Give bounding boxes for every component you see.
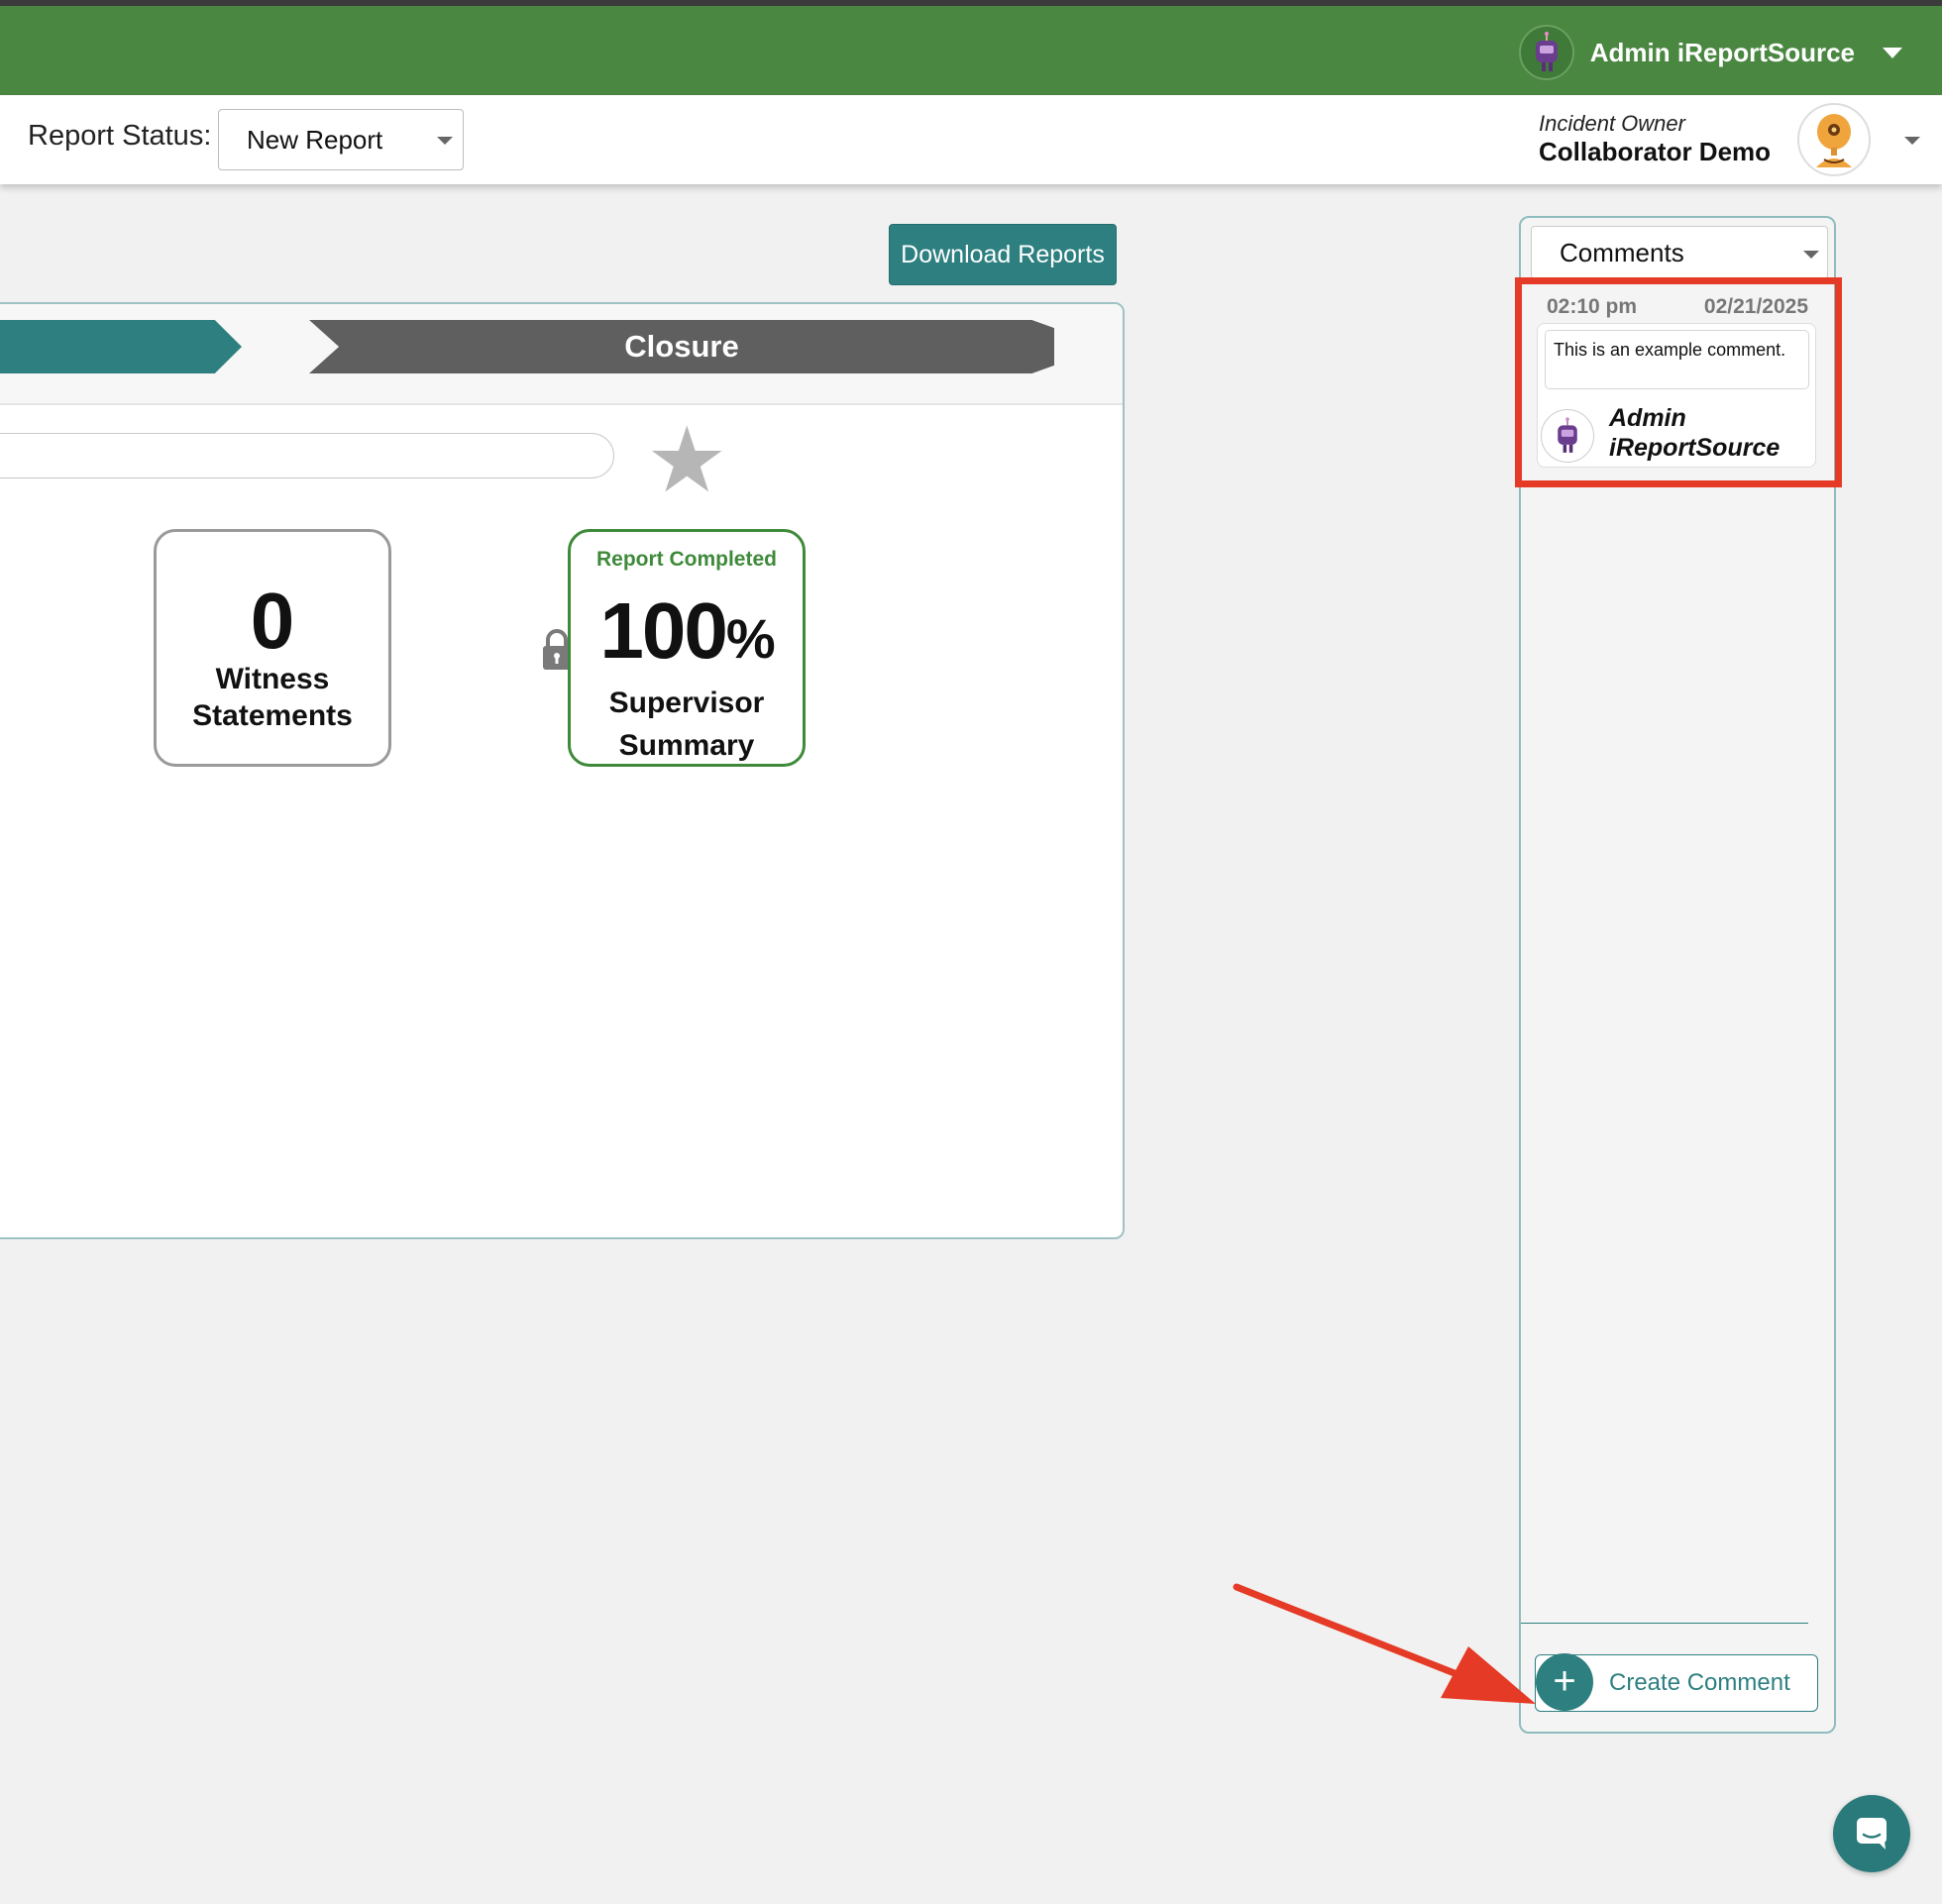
robot-avatar-icon	[1816, 114, 1852, 167]
chevron-down-icon	[437, 137, 453, 145]
percent-sign: %	[725, 607, 776, 670]
chevron-down-icon[interactable]	[1883, 47, 1902, 58]
comment-item[interactable]: This is an example comment. Admin iRepor…	[1537, 323, 1816, 468]
report-completed-label: Report Completed	[595, 548, 777, 571]
comments-panel: Comments 02:10 pm 02/21/2025 This is an …	[1519, 216, 1836, 1734]
user-name[interactable]: Admin iReportSource	[1590, 38, 1855, 68]
create-comment-button[interactable]: + Create Comment	[1535, 1653, 1818, 1712]
comment-author-line2: iReportSource	[1609, 434, 1780, 462]
create-comment-label: Create Comment	[1609, 1669, 1790, 1696]
witness-label-line1: Witness	[215, 663, 330, 695]
report-status-label: Report Status:	[28, 120, 212, 152]
comments-select-value: Comments	[1560, 238, 1684, 267]
report-title-input[interactable]	[0, 433, 614, 478]
incident-owner-name: Collaborator Demo	[1539, 137, 1772, 166]
chevron-down-icon	[1803, 251, 1819, 259]
robot-avatar-icon	[1541, 409, 1594, 463]
witness-statements-card[interactable]: 0 Witness Statements	[154, 529, 391, 767]
annotation-arrow-icon	[1233, 1583, 1536, 1704]
phase-progress: Closure	[0, 304, 1123, 405]
witness-label-line2: Statements	[192, 699, 353, 732]
comment-author: Admin iReportSource	[1609, 403, 1780, 463]
top-navigation-bar: Admin iReportSource	[0, 6, 1942, 95]
supervisor-label-line1: Supervisor	[608, 687, 765, 719]
report-status-value: New Report	[247, 125, 383, 155]
star-icon[interactable]: ★	[646, 415, 727, 506]
phase-step-closure[interactable]: Closure	[309, 320, 1054, 373]
chat-icon	[1857, 1818, 1887, 1850]
download-reports-button[interactable]: Download Reports	[889, 224, 1117, 285]
report-panel: Closure ★ 0 Witness Statements Report Co…	[0, 302, 1125, 1239]
comments-view-select[interactable]: Comments	[1531, 226, 1828, 279]
comment-time: 02:10 pm	[1547, 295, 1638, 318]
comment-text: This is an example comment.	[1545, 330, 1809, 389]
robot-avatar-icon	[1518, 25, 1574, 80]
incident-owner-label: Incident Owner	[1539, 111, 1685, 136]
witness-count: 0	[250, 577, 295, 665]
chat-widget-button[interactable]	[1833, 1795, 1910, 1872]
supervisor-label-line2: Summary	[618, 729, 755, 762]
comment-date: 02/21/2025	[1703, 295, 1808, 318]
supervisor-percent-value: 100	[599, 586, 727, 675]
supervisor-summary-card[interactable]: Report Completed 100% Supervisor Summary	[568, 529, 806, 767]
comments-divider	[1521, 1623, 1808, 1624]
report-status-select[interactable]: New Report	[218, 109, 464, 170]
supervisor-percent: 100%	[571, 591, 803, 679]
phase-step-previous[interactable]	[0, 320, 242, 373]
comment-author-line1: Admin	[1609, 404, 1686, 432]
chevron-down-icon[interactable]	[1904, 137, 1920, 145]
report-status-bar: Report Status: New Report Incident Owner…	[0, 95, 1942, 184]
user-menu[interactable]: Admin iReportSource	[1518, 24, 1902, 81]
owner-avatar[interactable]	[1797, 103, 1871, 176]
